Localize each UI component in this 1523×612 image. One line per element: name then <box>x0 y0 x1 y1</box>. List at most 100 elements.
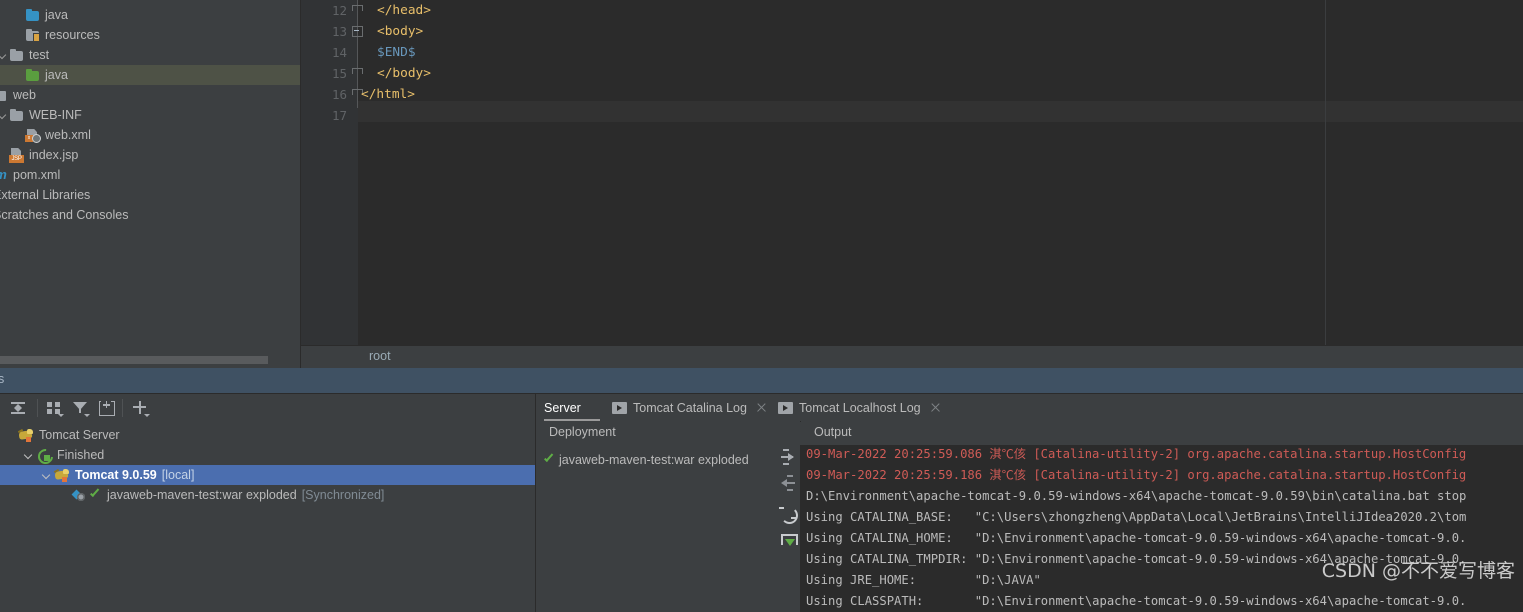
run-tree-arrow[interactable] <box>40 465 54 485</box>
deploy-right-icon[interactable] <box>778 447 798 467</box>
code-editor[interactable]: 12 13 14 15 16 17 </head> <body> $END$ </body> </… <box>301 0 1523 345</box>
project-tree-row[interactable]: web <box>0 85 300 105</box>
project-tree-row[interactable]: Scratches and Consoles <box>0 205 300 225</box>
editor-line-number: 13 <box>331 24 347 39</box>
tree-expand-arrow <box>14 65 25 85</box>
project-tree-row[interactable]: x web.xml <box>0 125 300 145</box>
log-tab-label: Tomcat Localhost Log <box>799 400 921 415</box>
project-tree-row[interactable]: java <box>0 5 300 25</box>
folder-gray-icon <box>9 107 25 123</box>
log-tab-2[interactable]: Tomcat Localhost Log <box>778 394 968 421</box>
code-token: </head> <box>377 3 431 18</box>
run-icon <box>778 401 793 414</box>
tomcat-icon <box>17 427 34 443</box>
console-line: Using CATALINA_BASE: "C:\Users\zhongzhen… <box>806 510 1467 524</box>
output-header-label: Output <box>814 425 852 439</box>
project-tree-label: WEB-INF <box>29 108 82 122</box>
deploy-left-icon[interactable] <box>778 473 798 493</box>
breadcrumb-bar: root <box>301 345 1523 369</box>
run-tree-suffix: [local] <box>161 468 195 482</box>
project-tree-row[interactable]: java <box>0 65 300 85</box>
console-output[interactable]: 09-Mar-2022 20:25:59.086 淇℃侅 [Catalina-u… <box>801 445 1523 612</box>
editor-gutter[interactable]: 12 13 14 15 16 17 <box>301 0 358 345</box>
project-tree-label: java <box>45 8 68 22</box>
project-tree-label: External Libraries <box>0 188 91 202</box>
editor-line-number: 14 <box>331 45 347 60</box>
fold-marker[interactable] <box>352 21 363 42</box>
scrollbar-thumb[interactable] <box>0 356 268 364</box>
project-tree-label: test <box>29 48 50 62</box>
filter-icon[interactable] <box>70 398 90 418</box>
expand-collapse-icon[interactable] <box>8 398 28 418</box>
idea-window: java resources test java web WEB-INF x web.xml J… <box>0 0 1523 612</box>
run-icon <box>612 401 627 414</box>
run-tree-label: Tomcat 9.0.59 <box>75 468 157 482</box>
run-configurations-tree[interactable]: Tomcat Server Finished Tomcat 9.0.59 [local… <box>0 421 535 612</box>
project-tree-row[interactable]: resources <box>0 25 300 45</box>
project-tree-label: web.xml <box>45 128 91 142</box>
status-strip-text: s <box>0 372 5 386</box>
log-tab-0[interactable]: Server <box>544 394 600 421</box>
folder-green-icon <box>25 67 41 83</box>
console-line: Using CATALINA_HOME: "D:\Environment\apa… <box>806 531 1467 545</box>
editor-line-number: 16 <box>331 87 347 102</box>
console-line: D:\Environment\apache-tomcat-9.0.59-wind… <box>806 489 1467 503</box>
run-tree-row[interactable]: Tomcat 9.0.59 [local] <box>0 465 535 485</box>
project-tree-row[interactable]: External Libraries <box>0 185 300 205</box>
run-tree-arrow[interactable] <box>22 445 36 465</box>
close-icon[interactable] <box>755 401 768 414</box>
project-tree-row[interactable]: m pom.xml <box>0 165 300 185</box>
run-tree-row[interactable]: Tomcat Server <box>0 425 535 445</box>
code-token: <body> <box>377 24 424 39</box>
editor-line-number: 17 <box>331 108 347 123</box>
maven-file-icon: m <box>0 167 9 183</box>
fold-marker[interactable] <box>352 0 363 21</box>
run-tree-label: Tomcat Server <box>39 428 120 442</box>
run-tree-row[interactable]: Finished <box>0 445 535 468</box>
project-tree-label: Scratches and Consoles <box>0 208 129 222</box>
log-tab-label: Tomcat Catalina Log <box>633 400 747 415</box>
fold-marker[interactable] <box>352 63 363 84</box>
folder-resources-icon <box>25 27 41 43</box>
tree-expand-arrow[interactable] <box>0 45 9 65</box>
tree-expand-arrow <box>14 125 25 145</box>
console-line: Using CATALINA_TMPDIR: "D:\Environment\a… <box>806 552 1467 566</box>
close-icon[interactable] <box>929 401 942 414</box>
project-tool-window[interactable]: java resources test java web WEB-INF x web.xml J… <box>0 0 300 368</box>
project-tree-row[interactable]: JSP index.jsp <box>0 145 300 165</box>
run-tree-label: Finished <box>57 448 105 462</box>
code-token: </body> <box>377 66 431 81</box>
project-tree-label: resources <box>45 28 100 42</box>
plus-icon[interactable] <box>130 398 150 418</box>
breadcrumb-root[interactable]: root <box>369 349 391 363</box>
log-tab-bar[interactable]: Server Tomcat Catalina Log Tomcat Localhos… <box>536 394 1523 422</box>
console-icon[interactable] <box>96 398 116 418</box>
run-tree-row[interactable]: javaweb-maven-test:war exploded [Synchron… <box>0 485 535 505</box>
log-tab-label: Server <box>544 400 581 415</box>
deployment-header: Deployment <box>536 421 800 446</box>
deployment-item[interactable]: javaweb-maven-test:war exploded <box>536 450 749 470</box>
project-tree-label: java <box>45 68 68 82</box>
deployment-panel[interactable]: javaweb-maven-test:war exploded <box>536 445 776 612</box>
tree-expand-arrow <box>0 145 9 165</box>
log-tab-1[interactable]: Tomcat Catalina Log <box>612 394 792 421</box>
project-tree-row[interactable]: test <box>0 45 300 65</box>
folder-gray-icon <box>9 47 25 63</box>
tree-expand-arrow[interactable] <box>0 105 9 125</box>
project-tree-hscrollbar[interactable] <box>0 355 300 365</box>
redeploy-icon[interactable] <box>778 504 798 524</box>
console-line: Using JRE_HOME: "D:\JAVA" <box>806 573 1041 587</box>
editor-line-number: 15 <box>331 66 347 81</box>
xml-file-icon: x <box>25 127 41 143</box>
code-token: $END$ <box>377 45 416 60</box>
top-region: java resources test java web WEB-INF x web.xml J… <box>0 0 1523 369</box>
project-tree-row[interactable]: WEB-INF <box>0 105 300 125</box>
download-icon[interactable] <box>778 531 798 551</box>
group-icon[interactable] <box>44 398 64 418</box>
run-tree-arrow <box>58 485 72 505</box>
run-tree-label: javaweb-maven-test:war exploded <box>107 488 297 502</box>
run-tree-arrow <box>4 425 18 445</box>
toolbar-divider-2 <box>122 399 123 417</box>
tree-expand-arrow <box>14 25 25 45</box>
check-icon <box>542 452 556 468</box>
